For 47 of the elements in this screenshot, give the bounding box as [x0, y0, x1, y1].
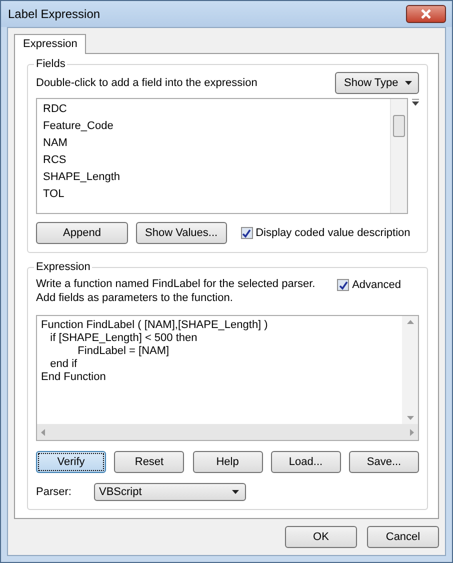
scrollbar[interactable]	[402, 316, 418, 424]
window-title: Label Expression	[8, 7, 100, 21]
field-item[interactable]: Feature_Code	[43, 118, 384, 135]
checkbox-label: Display coded value description	[256, 227, 410, 239]
caret-icon	[232, 490, 239, 494]
parser-dropdown[interactable]: VBScript	[94, 483, 246, 501]
tab[interactable]: Expression	[14, 34, 86, 54]
field-item[interactable]: RDC	[43, 101, 384, 118]
dropdown-icon[interactable]	[412, 99, 419, 106]
code-editor[interactable]: Function FindLabel ( [NAM],[SHAPE_Length] ) if [SHAPE_Length] < 500 then FindLabel = [NAM] end if End Function	[36, 315, 419, 441]
group-title: Fields	[35, 58, 66, 70]
dialog-button[interactable]: OK	[285, 526, 357, 548]
scroll-down-icon[interactable]	[406, 416, 414, 420]
checkbox[interactable]	[240, 227, 253, 239]
close-button[interactable]	[406, 5, 446, 23]
action-button[interactable]: Load...	[270, 451, 341, 473]
scrollbar[interactable]	[390, 99, 407, 213]
checkbox-label: Advanced	[352, 279, 401, 291]
scroll-left-icon[interactable]	[41, 428, 45, 436]
code-line: Function FindLabel ( [NAM],[SHAPE_Length] )	[41, 319, 269, 332]
code-line: End Function	[41, 371, 107, 384]
show-values-button[interactable]: Show Values...	[136, 222, 227, 244]
action-button[interactable]: Help	[192, 451, 262, 473]
code-line: if [SHAPE_Length] < 500 then	[49, 332, 198, 345]
group-title: Expression	[35, 261, 92, 273]
field-item[interactable]: RCS	[43, 152, 384, 169]
scroll-up-icon[interactable]	[406, 320, 414, 324]
checkbox[interactable]	[337, 279, 350, 291]
hint-text: Double-click to add a field into the expression	[36, 77, 258, 89]
scroll-right-icon[interactable]	[410, 428, 414, 436]
dialog-button[interactable]: Cancel	[367, 526, 439, 548]
action-button[interactable]: Verify	[36, 451, 106, 473]
append-button[interactable]: Append	[36, 222, 128, 244]
instruction-text: Add fields as parameters to the function.	[36, 291, 234, 305]
caret-icon	[405, 81, 412, 86]
code-line: end if	[49, 358, 78, 371]
scrollbar[interactable]	[37, 424, 418, 440]
instruction-text: Write a function named FindLabel for the selected parser.	[36, 277, 316, 291]
action-button[interactable]: Reset	[114, 451, 184, 473]
code-line: FindLabel = [NAM]	[76, 345, 170, 358]
action-button[interactable]: Save...	[349, 451, 419, 473]
parser-label: Parser:	[36, 486, 72, 498]
field-item[interactable]: SHAPE_Length	[43, 169, 384, 186]
close-icon	[420, 9, 432, 19]
field-item[interactable]: TOL	[43, 186, 384, 203]
field-item[interactable]: NAM	[43, 135, 384, 152]
show-type-button[interactable]: Show Type	[335, 72, 419, 94]
